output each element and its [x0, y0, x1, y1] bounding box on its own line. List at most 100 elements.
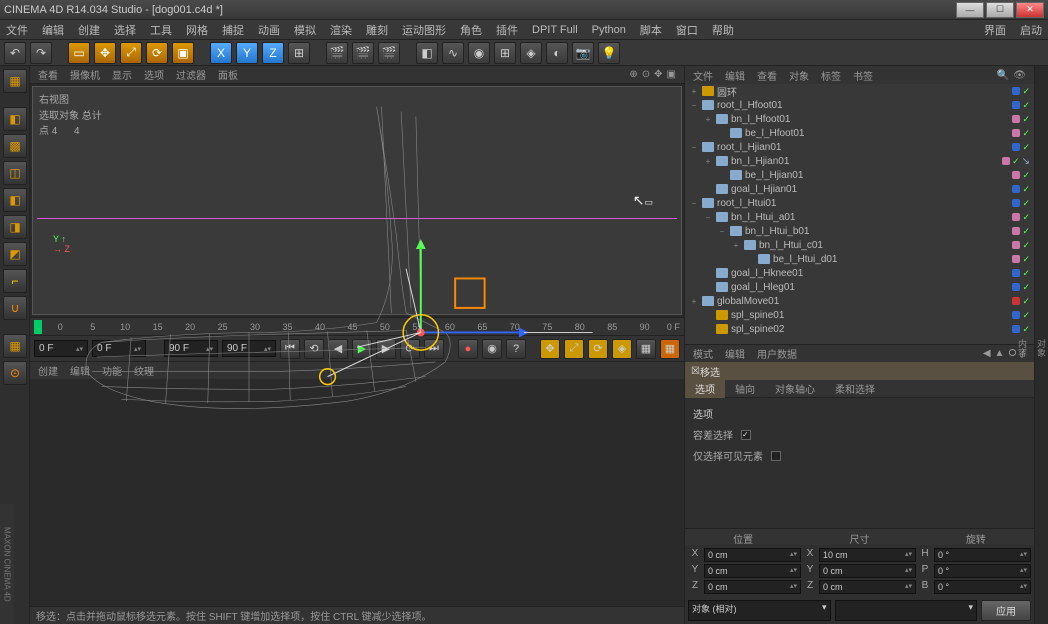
- view-zoom-icon[interactable]: ⊙: [642, 69, 650, 80]
- tree-row[interactable]: goal_l_Hknee01✓: [685, 266, 1034, 280]
- select-tool[interactable]: ▭: [68, 42, 90, 64]
- nurbs-tool[interactable]: ◉: [468, 42, 490, 64]
- view-nav-icon[interactable]: ⊕: [629, 69, 637, 80]
- workplane-mode[interactable]: ◫: [3, 161, 27, 185]
- menu-雕刻[interactable]: 雕刻: [366, 22, 388, 38]
- menu-Python[interactable]: Python: [592, 24, 626, 36]
- titlebar: CINEMA 4D R14.034 Studio - [dog001.c4d *…: [0, 0, 1048, 20]
- tree-row[interactable]: be_l_Hjian01✓: [685, 168, 1034, 182]
- tree-row[interactable]: +bn_l_Hfoot01✓: [685, 112, 1034, 126]
- menu-编辑[interactable]: 编辑: [42, 22, 64, 38]
- tree-row[interactable]: be_l_Htui_d01✓: [685, 252, 1034, 266]
- axis-x[interactable]: X: [210, 42, 232, 64]
- tree-row[interactable]: −bn_l_Htui_b01✓: [685, 224, 1034, 238]
- tree-row[interactable]: goal_l_Hjian01✓: [685, 182, 1034, 196]
- visible-only-checkbox[interactable]: [771, 451, 781, 461]
- menu-工具[interactable]: 工具: [150, 22, 172, 38]
- menu-捕捉[interactable]: 捕捉: [222, 22, 244, 38]
- deformer-tool[interactable]: ◈: [520, 42, 542, 64]
- tree-row[interactable]: be_l_Hfoot01✓: [685, 126, 1034, 140]
- tree-row[interactable]: +globalMove01✓: [685, 294, 1034, 308]
- menu-模拟[interactable]: 模拟: [294, 22, 316, 38]
- eye-icon[interactable]: 👁: [1013, 70, 1026, 81]
- menu-角色[interactable]: 角色: [460, 22, 482, 38]
- magnet-mode[interactable]: ∪: [3, 296, 27, 320]
- view-tab[interactable]: 查看: [38, 67, 58, 82]
- render-view[interactable]: 🎬: [326, 42, 348, 64]
- render-settings[interactable]: 🎬: [378, 42, 400, 64]
- render-region[interactable]: 🎬: [352, 42, 374, 64]
- menu-插件[interactable]: 插件: [496, 22, 518, 38]
- menu-网格[interactable]: 网格: [186, 22, 208, 38]
- view-tab[interactable]: 显示: [112, 67, 132, 82]
- viewport[interactable]: 右视图 选取对象 总计 点 4 4: [32, 86, 682, 315]
- cube-primitive[interactable]: ◧: [416, 42, 438, 64]
- apply-button[interactable]: 应用: [981, 600, 1031, 621]
- menu-动画[interactable]: 动画: [258, 22, 280, 38]
- model-mode[interactable]: ◧: [3, 107, 27, 131]
- window-close[interactable]: ✕: [1016, 2, 1044, 18]
- object-manager-tabs: 文件编辑查看对象标签书签 🔍👁: [685, 66, 1034, 84]
- last-tool[interactable]: ▣: [172, 42, 194, 64]
- light-tool[interactable]: 💡: [598, 42, 620, 64]
- window-max[interactable]: ☐: [986, 2, 1014, 18]
- menu-渲染[interactable]: 渲染: [330, 22, 352, 38]
- tree-row[interactable]: +bn_l_Hjian01✓↘: [685, 154, 1034, 168]
- texture-mode[interactable]: ▩: [3, 134, 27, 158]
- view-tab[interactable]: 选项: [144, 67, 164, 82]
- view-tab[interactable]: 摄像机: [70, 67, 100, 82]
- axis-y[interactable]: Y: [236, 42, 258, 64]
- attr-nav-back[interactable]: ◀: [983, 348, 991, 359]
- menu-窗口[interactable]: 窗口: [676, 22, 698, 38]
- poly-mode[interactable]: ◩: [3, 242, 27, 266]
- tree-row[interactable]: spl_spine01✓: [685, 308, 1034, 322]
- camera-tool[interactable]: 📷: [572, 42, 594, 64]
- tree-row[interactable]: −root_l_Hfoot01✓: [685, 98, 1034, 112]
- menu-运动图形[interactable]: 运动图形: [402, 22, 446, 38]
- tree-row[interactable]: spl_spine02✓: [685, 322, 1034, 336]
- window-min[interactable]: —: [956, 2, 984, 18]
- tree-row[interactable]: +bn_l_Htui_c01✓: [685, 238, 1034, 252]
- tree-row[interactable]: +圆环✓: [685, 84, 1034, 98]
- object-tree[interactable]: +圆环✓−root_l_Hfoot01✓+bn_l_Hfoot01✓be_l_H…: [685, 84, 1034, 344]
- menu-选择[interactable]: 选择: [114, 22, 136, 38]
- tolerance-checkbox[interactable]: [741, 430, 751, 440]
- view-pan-icon[interactable]: ✥: [654, 69, 662, 80]
- coord-sys[interactable]: ⊞: [288, 42, 310, 64]
- menu-帮助[interactable]: 帮助: [712, 22, 734, 38]
- view-tab[interactable]: 面板: [218, 67, 238, 82]
- rotate-tool[interactable]: ⟳: [146, 42, 168, 64]
- workplane-btn[interactable]: ▦: [3, 334, 27, 358]
- tree-row[interactable]: −bn_l_Htui_a01✓: [685, 210, 1034, 224]
- environment-tool[interactable]: ◐: [546, 42, 568, 64]
- panel-tab-1[interactable]: 对象: [1035, 339, 1048, 357]
- view-max-icon[interactable]: ▣: [667, 69, 676, 80]
- menu-DPIT Full[interactable]: DPIT Full: [532, 24, 578, 36]
- panel-tab-2[interactable]: 内容: [1016, 339, 1029, 357]
- view-tab[interactable]: 过滤器: [176, 67, 206, 82]
- snap-btn[interactable]: ⊙: [3, 361, 27, 385]
- redo-btn[interactable]: ↷: [30, 42, 52, 64]
- spline-tool[interactable]: ∿: [442, 42, 464, 64]
- array-tool[interactable]: ⊞: [494, 42, 516, 64]
- tree-row[interactable]: −root_l_Hjian01✓: [685, 140, 1034, 154]
- coord-size-select[interactable]: ▾: [835, 600, 978, 621]
- menu-文件[interactable]: 文件: [6, 22, 28, 38]
- far-right-bar: 对象 内容: [1034, 66, 1048, 624]
- menu-创建[interactable]: 创建: [78, 22, 100, 38]
- attr-nav-fwd[interactable]: ▲: [995, 348, 1005, 359]
- edge-mode[interactable]: ◨: [3, 215, 27, 239]
- search-icon[interactable]: 🔍: [997, 70, 1009, 81]
- coord-mode-select[interactable]: 对象 (相对)▾: [688, 600, 831, 621]
- menu-脚本[interactable]: 脚本: [640, 22, 662, 38]
- scale-tool[interactable]: ⤢: [120, 42, 142, 64]
- axis-mode[interactable]: ⌐: [3, 269, 27, 293]
- point-mode[interactable]: ◧: [3, 188, 27, 212]
- axis-z[interactable]: Z: [262, 42, 284, 64]
- move-tool[interactable]: ✥: [94, 42, 116, 64]
- tree-row[interactable]: goal_l_Hleg01✓: [685, 280, 1034, 294]
- wireframe-mesh: [33, 87, 681, 539]
- tree-row[interactable]: −root_l_Htui01✓: [685, 196, 1034, 210]
- undo-btn[interactable]: ↶: [4, 42, 26, 64]
- make-editable[interactable]: ▦: [3, 69, 27, 93]
